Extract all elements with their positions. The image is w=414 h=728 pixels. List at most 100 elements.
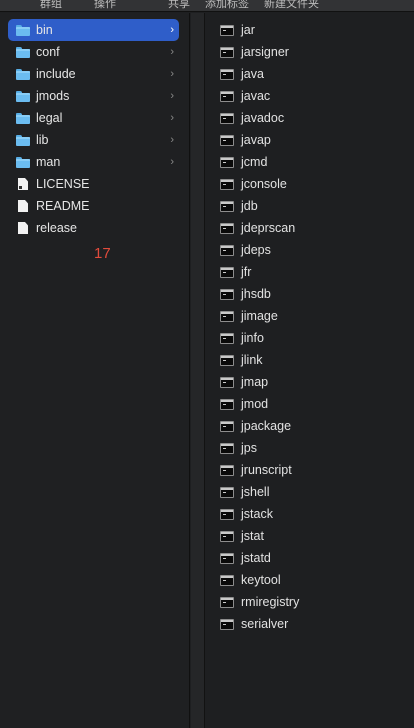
executable-item-jpackage[interactable]: jpackage: [220, 415, 291, 437]
executable-item-label: jstatd: [241, 551, 271, 565]
executable-item-jps[interactable]: jps: [220, 437, 257, 459]
chevron-right-icon: ›: [170, 24, 174, 36]
executable-item-label: jconsole: [241, 177, 287, 191]
executable-item-jdeprscan[interactable]: jdeprscan: [220, 217, 295, 239]
executable-item-label: javadoc: [241, 111, 285, 125]
directory-item-label: conf: [36, 45, 60, 59]
executable-item-label: jrunscript: [241, 463, 292, 477]
executable-item-rmiregistry[interactable]: rmiregistry: [220, 591, 299, 613]
executable-item-jinfo[interactable]: jinfo: [220, 327, 264, 349]
executable-item-label: serialver: [241, 617, 289, 631]
executable-item-jmap[interactable]: jmap: [220, 371, 268, 393]
executable-item-label: jarsigner: [241, 45, 289, 59]
toolbar-group-button[interactable]: 群组: [40, 0, 62, 11]
executable-item-jimage[interactable]: jimage: [220, 305, 278, 327]
terminal-executable-icon: [220, 530, 234, 542]
executable-item-jhsdb[interactable]: jhsdb: [220, 283, 271, 305]
directory-item-bin[interactable]: bin ›: [8, 19, 179, 41]
item-count-annotation: 17: [94, 245, 111, 262]
executable-item-serialver[interactable]: serialver: [220, 613, 288, 635]
folder-icon: [16, 112, 30, 124]
executable-item-label: jcmd: [241, 155, 268, 169]
executable-item-jar[interactable]: jar: [220, 19, 255, 41]
executable-item-label: jmod: [241, 397, 269, 411]
folder-icon: [16, 24, 30, 36]
directory-item-release[interactable]: release: [8, 217, 179, 239]
executable-item-java[interactable]: java: [220, 63, 264, 85]
directory-item-legal[interactable]: legal ›: [8, 107, 179, 129]
terminal-executable-icon: [220, 266, 234, 278]
directory-item-conf[interactable]: conf ›: [8, 41, 179, 63]
executable-item-jstack[interactable]: jstack: [220, 503, 273, 525]
executable-item-jconsole[interactable]: jconsole: [220, 173, 287, 195]
executable-item-label: jpackage: [241, 419, 292, 433]
executable-item-label: jar: [241, 23, 255, 37]
terminal-executable-icon: [220, 288, 234, 300]
executable-item-label: javap: [241, 133, 271, 147]
terminal-executable-icon: [220, 552, 234, 564]
executable-item-label: javac: [241, 89, 271, 103]
executable-item-javac[interactable]: javac: [220, 85, 270, 107]
terminal-executable-icon: [220, 200, 234, 212]
terminal-executable-icon: [220, 398, 234, 410]
directory-item-lib[interactable]: lib ›: [8, 129, 179, 151]
executable-item-jstat[interactable]: jstat: [220, 525, 264, 547]
executable-item-jarsigner[interactable]: jarsigner: [220, 41, 289, 63]
chevron-right-icon: ›: [170, 68, 174, 80]
directory-item-label: man: [36, 155, 61, 169]
terminal-executable-icon: [220, 420, 234, 432]
executable-item-jrunscript[interactable]: jrunscript: [220, 459, 292, 481]
terminal-executable-icon: [220, 156, 234, 168]
folder-icon: [16, 90, 30, 102]
executable-item-jdb[interactable]: jdb: [220, 195, 258, 217]
executable-item-keytool[interactable]: keytool: [220, 569, 281, 591]
finder-toolbar: 群组 操作 共享 添加标签 新建文件夹: [0, 0, 414, 12]
directory-item-label: include: [36, 67, 76, 81]
executable-item-label: jshell: [241, 485, 270, 499]
terminal-executable-icon: [220, 46, 234, 58]
executable-item-label: jdeps: [241, 243, 271, 257]
terminal-executable-icon: [220, 244, 234, 256]
executable-item-jshell[interactable]: jshell: [220, 481, 270, 503]
toolbar-action-button[interactable]: 操作: [94, 0, 116, 11]
executable-item-javadoc[interactable]: javadoc: [220, 107, 284, 129]
directory-item-license[interactable]: LICENSE: [8, 173, 179, 195]
directory-item-include[interactable]: include ›: [8, 63, 179, 85]
directory-item-readme[interactable]: README: [8, 195, 179, 217]
toolbar-share-button[interactable]: 共享: [168, 0, 190, 11]
executable-item-javap[interactable]: javap: [220, 129, 271, 151]
executable-item-jstatd[interactable]: jstatd: [220, 547, 271, 569]
directory-column: bin › conf › include › jmods › legal › lib › man › LIC…: [0, 13, 190, 728]
column-divider[interactable]: [191, 13, 205, 728]
toolbar-new-folder-button[interactable]: 新建文件夹: [264, 0, 319, 11]
document-icon: [18, 222, 28, 234]
executable-item-label: jps: [241, 441, 257, 455]
terminal-executable-icon: [220, 134, 234, 146]
bin-contents-column: jar jarsigner java javac javadoc javap jcmd jco…: [206, 13, 414, 728]
executable-item-jlink[interactable]: jlink: [220, 349, 263, 371]
terminal-executable-icon: [220, 464, 234, 476]
executable-item-label: jlink: [241, 353, 263, 367]
directory-item-man[interactable]: man ›: [8, 151, 179, 173]
executable-item-label: jhsdb: [241, 287, 271, 301]
directory-item-label: jmods: [36, 89, 70, 103]
directory-item-jmods[interactable]: jmods ›: [8, 85, 179, 107]
terminal-executable-icon: [220, 24, 234, 36]
chevron-right-icon: ›: [170, 90, 174, 102]
folder-icon: [16, 134, 30, 146]
executable-item-label: jinfo: [241, 331, 264, 345]
executable-item-label: jfr: [241, 265, 252, 279]
executable-item-jcmd[interactable]: jcmd: [220, 151, 267, 173]
folder-icon: [16, 46, 30, 58]
executable-item-jmod[interactable]: jmod: [220, 393, 268, 415]
executable-item-jfr[interactable]: jfr: [220, 261, 251, 283]
executable-item-label: jstat: [241, 529, 264, 543]
executable-item-label: jimage: [241, 309, 278, 323]
terminal-executable-icon: [220, 354, 234, 366]
directory-item-label: legal: [36, 111, 63, 125]
terminal-executable-icon: [220, 376, 234, 388]
document-icon: [18, 200, 28, 212]
toolbar-add-tag-button[interactable]: 添加标签: [205, 0, 249, 11]
executable-item-jdeps[interactable]: jdeps: [220, 239, 271, 261]
directory-item-label: README: [36, 199, 90, 213]
